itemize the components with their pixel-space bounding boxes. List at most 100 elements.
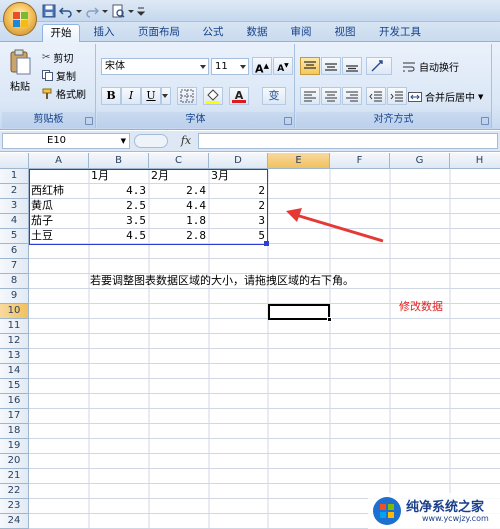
phonetic-button[interactable]: 变 — [262, 87, 286, 105]
merge-center-button[interactable]: 合并后居中 ▼ — [408, 89, 483, 104]
font-name-select[interactable]: 宋体 — [101, 58, 209, 75]
format-painter-label: 格式刷 — [56, 90, 86, 101]
alignment-launcher-icon[interactable] — [481, 117, 489, 125]
windows-logo-icon — [373, 497, 401, 525]
wrap-text-icon — [403, 62, 415, 71]
office-logo-icon — [13, 12, 28, 27]
copy-button[interactable]: 复制 — [42, 68, 76, 83]
wrap-text-button[interactable]: 自动换行 — [402, 59, 459, 74]
modify-data-annotation: 修改数据 — [399, 300, 443, 313]
align-right-icon — [346, 91, 358, 102]
insert-function-button[interactable]: fx — [176, 133, 196, 149]
save-icon[interactable] — [42, 4, 56, 18]
tab-review[interactable]: 审阅 — [284, 24, 318, 42]
clipboard-launcher-icon[interactable] — [85, 117, 93, 125]
worksheet-grid[interactable]: ABCDEFGH 1 2 3 4 5 6 7 8 9 10 11 12 13 14 15 16 17 18 19 20… — [0, 153, 500, 529]
format-painter-icon — [42, 88, 52, 99]
scissors-icon: ✂ — [42, 52, 51, 63]
watermark-brand: 纯净系统之家 — [406, 500, 485, 515]
merge-center-icon — [408, 91, 422, 102]
tab-developer[interactable]: 开发工具 — [372, 24, 428, 42]
font-color-button[interactable]: A — [229, 87, 249, 105]
watermark-url: www.ycwjzy.com — [422, 514, 489, 523]
grow-font-button[interactable]: A▲ — [252, 57, 272, 76]
wrap-text-label: 自动换行 — [419, 63, 459, 74]
align-bottom-button[interactable] — [342, 57, 362, 75]
copy-icon — [42, 70, 53, 81]
active-cell-e10[interactable] — [268, 304, 330, 320]
font-group-label: 字体 — [97, 112, 294, 128]
title-bar — [0, 0, 500, 22]
cut-label: 剪切 — [53, 54, 74, 65]
alignment-group-label: 对齐方式 — [296, 112, 491, 128]
fill-color-button[interactable] — [203, 87, 223, 105]
bold-button[interactable]: B — [101, 87, 121, 105]
decrease-indent-icon — [369, 91, 382, 102]
office-button[interactable] — [3, 2, 37, 36]
cut-button[interactable]: ✂ 剪切 — [42, 50, 73, 65]
font-color-bar — [232, 100, 246, 103]
name-box[interactable]: E10 ▼ — [2, 133, 130, 149]
chevron-down-icon: ▼ — [478, 92, 484, 101]
underline-button[interactable]: U — [141, 87, 161, 105]
ribbon: 粘贴 ✂ 剪切 复制 格式刷 剪贴板 宋体 11 A▲ A▼ B I U A 变… — [0, 42, 500, 130]
underline-dropdown[interactable] — [161, 87, 171, 105]
redo-dropdown-icon[interactable] — [102, 4, 108, 18]
paste-button[interactable]: 粘贴 — [6, 48, 34, 100]
align-bottom-icon — [346, 65, 358, 72]
format-painter-button[interactable]: 格式刷 — [42, 86, 86, 101]
undo-icon[interactable] — [58, 4, 73, 18]
chart-data-range-outline — [29, 169, 268, 245]
shrink-font-button[interactable]: A▼ — [273, 57, 293, 75]
borders-icon — [180, 89, 194, 103]
align-right-button[interactable] — [342, 87, 362, 105]
align-left-button[interactable] — [300, 87, 320, 105]
print-preview-icon[interactable] — [111, 4, 125, 18]
increase-indent-icon — [390, 91, 403, 102]
clipboard-group-label: 剪贴板 — [2, 112, 95, 128]
orientation-button[interactable] — [366, 57, 392, 75]
tab-page-layout[interactable]: 页面布局 — [130, 24, 188, 42]
name-box-value: E10 — [47, 135, 67, 146]
tab-formulas[interactable]: 公式 — [196, 24, 230, 42]
font-size-select[interactable]: 11 — [211, 58, 249, 75]
font-size-value: 11 — [215, 61, 228, 72]
phonetic-icon: 变 — [268, 89, 280, 102]
chevron-down-icon — [162, 94, 168, 98]
paste-label: 粘贴 — [10, 82, 30, 93]
align-left-icon — [304, 91, 316, 102]
align-top-icon — [304, 61, 316, 69]
redo-icon[interactable] — [85, 4, 100, 18]
chart-resize-note: 若要调整图表数据区域的大小，请拖拽区域的右下角。 — [90, 274, 354, 287]
formula-input[interactable] — [198, 133, 498, 149]
clipboard-group: 粘贴 ✂ 剪切 复制 格式刷 剪贴板 — [2, 44, 96, 128]
increase-indent-button[interactable] — [387, 87, 407, 105]
range-resize-handle[interactable] — [264, 241, 269, 246]
fill-handle[interactable] — [327, 317, 332, 322]
formula-bar-resize-handle[interactable] — [134, 134, 168, 148]
align-middle-button[interactable] — [321, 57, 341, 75]
align-middle-icon — [325, 63, 337, 71]
undo-dropdown-icon[interactable] — [76, 4, 82, 18]
align-center-button[interactable] — [321, 87, 341, 105]
text-orientation-icon — [371, 60, 383, 72]
paste-icon — [10, 49, 31, 75]
print-preview-dropdown-icon[interactable] — [128, 4, 134, 18]
alignment-group: 自动换行 合并后居中 ▼ 对齐方式 — [296, 44, 492, 128]
tab-home[interactable]: 开始 — [42, 24, 80, 42]
copy-label: 复制 — [56, 72, 76, 83]
align-top-button[interactable] — [300, 57, 320, 75]
decrease-indent-button[interactable] — [366, 87, 386, 105]
number-group-partial — [493, 44, 500, 128]
customize-toolbar-icon[interactable] — [136, 4, 146, 18]
font-launcher-icon[interactable] — [284, 117, 292, 125]
quick-access-toolbar — [42, 3, 148, 19]
grow-font-icon: A — [255, 62, 264, 76]
italic-button[interactable]: I — [121, 87, 141, 105]
fx-icon: fx — [180, 134, 192, 147]
ribbon-tabs: 开始 插入 页面布局 公式 数据 审阅 视图 开发工具 — [0, 22, 500, 42]
tab-insert[interactable]: 插入 — [86, 24, 122, 42]
tab-data[interactable]: 数据 — [240, 24, 274, 42]
tab-view[interactable]: 视图 — [328, 24, 362, 42]
borders-button[interactable] — [177, 87, 197, 105]
